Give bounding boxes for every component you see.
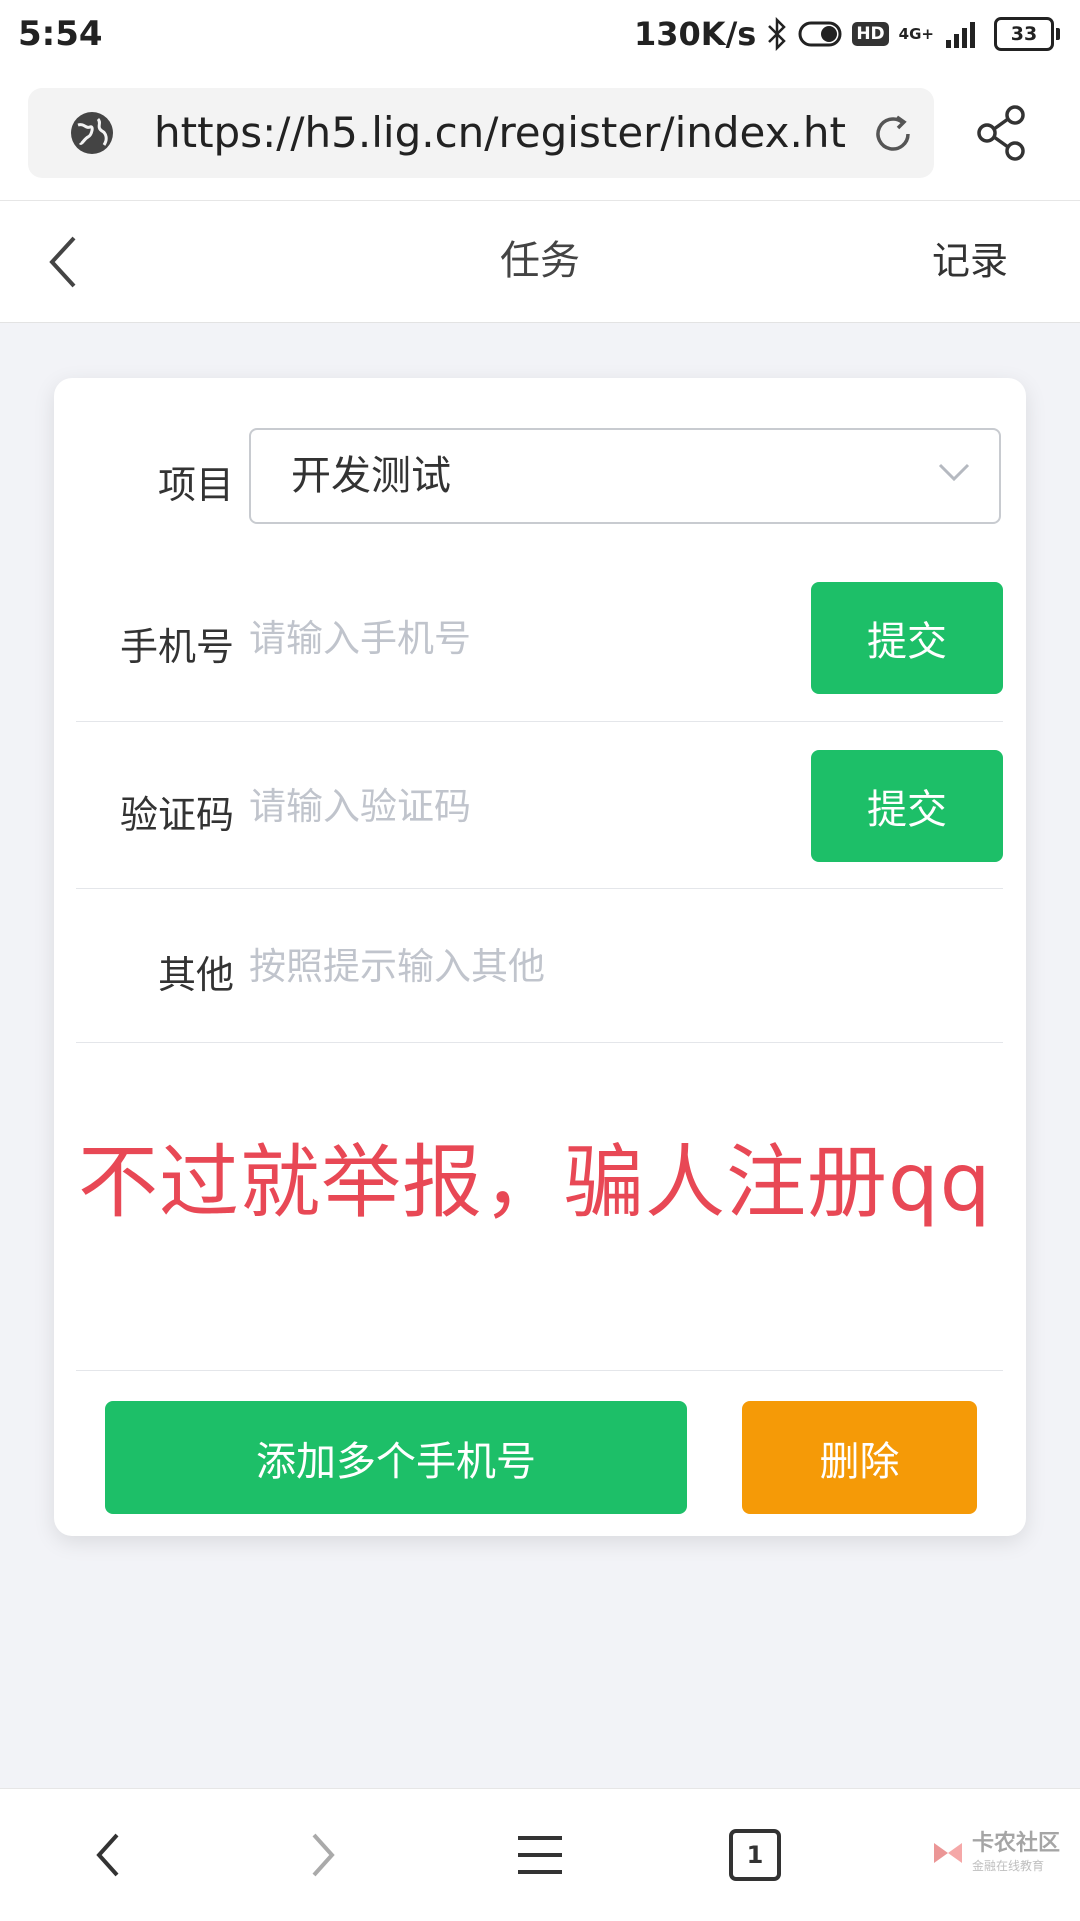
status-bar: 5:54 130K/s HD 4G+ 33 [0,0,1080,68]
watermark-title: 卡农社区 [971,1831,1060,1856]
menu-icon [518,1836,562,1874]
network-speed: 130K/s [634,15,757,53]
toggle-icon [798,21,842,47]
battery-tip [1056,28,1060,40]
status-indicators: 130K/s HD 4G+ 33 [634,12,1060,56]
divider [76,721,1003,722]
status-time: 5:54 [18,14,103,54]
battery-level: 33 [994,17,1054,51]
phone-submit-button[interactable]: 提交 [811,582,1003,694]
hd-badge: HD [852,22,889,46]
code-label: 验证码 [119,793,234,837]
project-select-value: 开发测试 [291,453,451,499]
battery-icon: 33 [994,17,1060,51]
network-type: 4G+ [898,25,934,43]
phone-label: 手机号 [119,625,234,669]
url-text[interactable]: https://h5.lig.cn/register/index.ht [154,88,854,178]
add-multiple-phones-button[interactable]: 添加多个手机号 [105,1401,687,1514]
phone-input[interactable] [249,608,649,668]
watermark-text-group: 卡农社区 金融在线教育 [972,1831,1060,1874]
divider [76,1042,1003,1043]
share-icon[interactable] [975,105,1029,161]
browser-toolbar: https://h5.lig.cn/register/index.ht [0,68,1080,201]
chevron-right-icon [312,1833,335,1877]
page-header: 任务 记录 [0,201,1080,323]
watermark-logo-icon [933,1842,962,1863]
delete-button[interactable]: 删除 [742,1401,977,1514]
address-bar[interactable]: https://h5.lig.cn/register/index.ht [28,88,934,178]
other-label: 其他 [157,953,234,997]
browser-bottom-nav: 1 卡农社区 金融在线教育 [0,1788,1080,1921]
bluetooth-icon [768,17,787,51]
verification-code-input[interactable] [249,776,649,836]
record-link[interactable]: 记录 [932,201,1008,322]
task-form-card: 项目 开发测试 手机号 提交 验证码 提交 其他 不过就举报，骗人注册qq 添加… [54,378,1026,1536]
watermark-subtitle: 金融在线教育 [971,1859,1044,1873]
divider [76,888,1003,889]
globe-icon [71,112,113,154]
project-select[interactable]: 开发测试 [249,428,1001,524]
signal-icon [946,22,975,48]
code-submit-button[interactable]: 提交 [811,750,1003,862]
warning-overlay-text: 不过就举报，骗人注册qq [78,1136,992,1229]
nav-menu-button[interactable] [480,1789,600,1921]
nav-back-button[interactable] [48,1789,168,1921]
other-input[interactable] [249,936,849,996]
watermark: 卡农社区 金融在线教育 [930,1831,1060,1874]
nav-tabs-button[interactable]: 1 [695,1789,815,1921]
project-label: 项目 [157,463,234,507]
nav-forward-button[interactable] [263,1789,383,1921]
chevron-down-icon [938,463,970,482]
tab-count: 1 [729,1829,781,1881]
page-title: 任务 [500,238,580,284]
divider [76,1370,1003,1371]
reload-icon[interactable] [870,111,916,157]
chevron-left-icon [96,1833,119,1877]
